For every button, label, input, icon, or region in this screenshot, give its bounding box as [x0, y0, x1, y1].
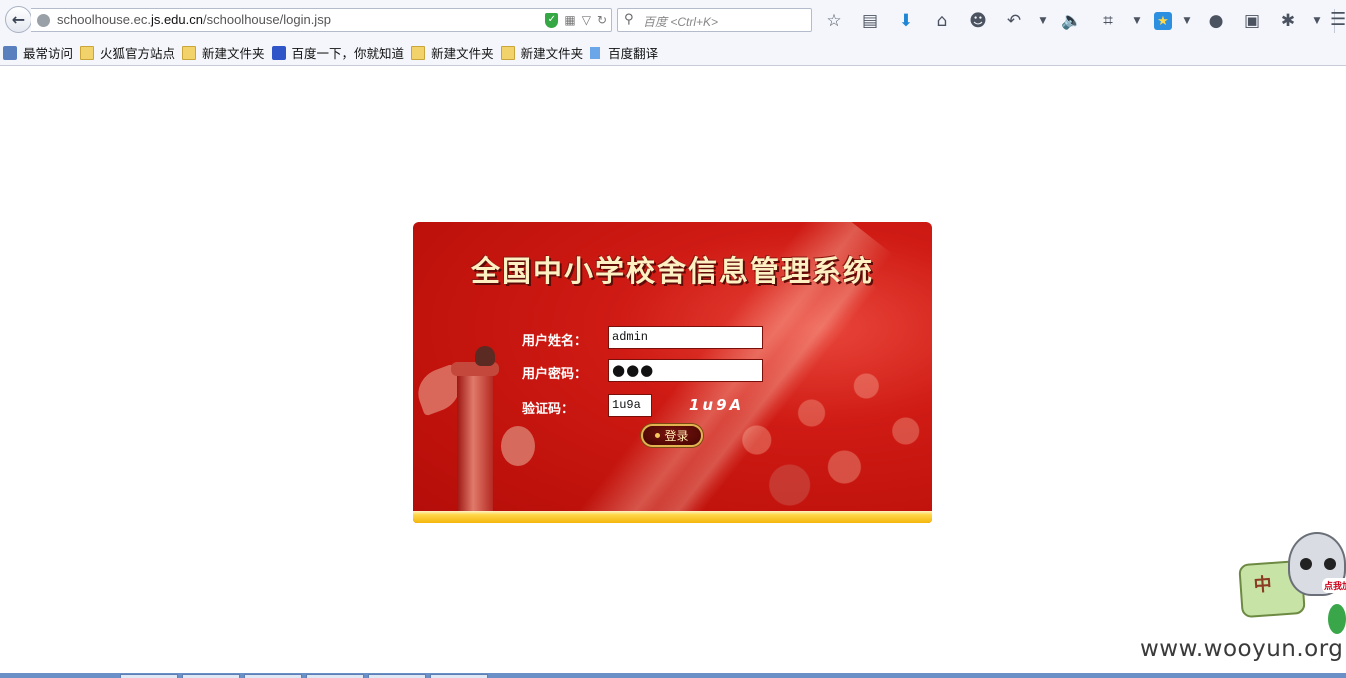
folder-icon — [500, 45, 515, 60]
login-panel: 全国中小学校舍信息管理系统 用户姓名： admin 用户密码： ●●● 验证码：… — [413, 222, 932, 523]
taskbar-item[interactable] — [368, 674, 426, 678]
watermark: www.wooyun.org — [1140, 636, 1344, 662]
bookmarks-bar: 最常访问 火狐官方站点 新建文件夹 百度一下，你就知道 新建文件夹 新建文件夹 … — [0, 40, 1346, 66]
search-placeholder: 百度 <Ctrl+K> — [643, 15, 719, 29]
baidu-translate-icon — [590, 46, 601, 59]
bookmark-firefox-official[interactable]: 火狐官方站点 — [80, 43, 175, 62]
bookmark-new-folder-1[interactable]: 新建文件夹 — [182, 43, 265, 62]
baidu-paw-icon — [271, 45, 286, 60]
bookmark-baidu[interactable]: 百度一下，你就知道 — [271, 43, 404, 62]
qrcode-icon[interactable]: ▦ — [564, 12, 575, 28]
password-label: 用户密码： — [522, 367, 588, 382]
download-icon[interactable]: ⬇ — [894, 10, 918, 32]
folder-icon — [80, 45, 95, 60]
bookmark-baidu-translate[interactable]: 百度翻译 — [590, 43, 658, 62]
crop-icon[interactable]: ⌗ — [1096, 10, 1120, 32]
mascot-eye — [1324, 558, 1336, 570]
home-icon[interactable]: ⌂ — [930, 10, 954, 32]
reload-icon[interactable]: ↻ — [597, 12, 607, 28]
captcha-label: 验证码： — [522, 402, 575, 417]
password-field[interactable]: ●●● — [608, 359, 763, 382]
bookmark-new-folder-2[interactable]: 新建文件夹 — [411, 43, 494, 62]
folder-icon — [182, 45, 197, 60]
captcha-image[interactable]: 1u9A — [689, 396, 744, 414]
taskbar-item[interactable] — [244, 674, 302, 678]
menu-icon[interactable]: ☰ — [1330, 9, 1346, 30]
taskbar-item[interactable] — [306, 674, 364, 678]
huabiao-beast — [475, 346, 495, 366]
taskbar-item[interactable] — [182, 674, 240, 678]
search-icon[interactable]: ⚲ — [624, 12, 634, 27]
dropdown-icon[interactable]: ▼ — [1182, 10, 1192, 32]
dropdown-icon[interactable]: ▼ — [1132, 10, 1142, 32]
mascot-tag[interactable]: 点我加 — [1322, 578, 1346, 593]
leaf-icon — [1328, 604, 1346, 634]
folder-icon — [411, 45, 426, 60]
username-field[interactable]: admin — [608, 326, 763, 349]
mascot-eye — [1300, 558, 1312, 570]
speaker-icon[interactable]: 🔈 — [1060, 10, 1084, 32]
button-dot-icon — [655, 433, 661, 438]
captcha-field[interactable]: 1u9a — [608, 394, 652, 417]
huabiao-cloud-decoration — [501, 426, 535, 466]
dropdown-icon[interactable]: ▼ — [1312, 10, 1322, 32]
search-bar[interactable]: ⚲ 百度 <Ctrl+K> — [617, 8, 812, 32]
globe-icon — [37, 14, 50, 27]
huabiao-pillar-image — [457, 372, 493, 512]
bookmark-star-icon[interactable]: ☆ — [822, 10, 846, 32]
page-title: 全国中小学校舍信息管理系统 — [470, 254, 874, 288]
most-visited-icon — [3, 45, 17, 60]
dropdown-icon[interactable]: ▼ — [1038, 10, 1048, 32]
url-text[interactable]: schoolhouse.ec.js.edu.cn/schoolhouse/log… — [57, 12, 331, 27]
bookmark-new-folder-3[interactable]: 新建文件夹 — [500, 43, 583, 62]
browser-toolbar: ← schoolhouse.ec.js.edu.cn/schoolhouse/l… — [0, 0, 1346, 40]
login-button[interactable]: 登录 — [641, 424, 703, 447]
reading-list-icon[interactable]: ▤ — [858, 10, 882, 32]
translate-icon[interactable]: ▣ — [1240, 10, 1264, 32]
address-bar[interactable]: schoolhouse.ec.js.edu.cn/schoolhouse/log… — [31, 8, 612, 32]
back-icon[interactable]: ← — [5, 6, 32, 33]
taskbar-item[interactable] — [120, 674, 178, 678]
username-label: 用户姓名： — [522, 334, 588, 349]
chat-icon[interactable]: ☻ — [966, 10, 990, 32]
undo-icon[interactable]: ↶ — [1002, 10, 1026, 32]
mascot-widget[interactable]: 中 点我加 — [1236, 526, 1346, 636]
login-button-label: 登录 — [664, 429, 689, 443]
taskbar-item[interactable] — [430, 674, 488, 678]
dropdown-icon[interactable]: ▽ — [582, 12, 591, 28]
favorite-star-icon[interactable]: ★ — [1154, 12, 1172, 30]
shield-icon[interactable]: ✓ — [545, 12, 559, 28]
bookmark-most-visited[interactable]: 最常访问 — [3, 43, 73, 62]
gold-footer-bar — [413, 511, 932, 523]
bee-icon[interactable]: ✱ — [1276, 10, 1300, 32]
message-icon[interactable]: ● — [1204, 10, 1228, 32]
